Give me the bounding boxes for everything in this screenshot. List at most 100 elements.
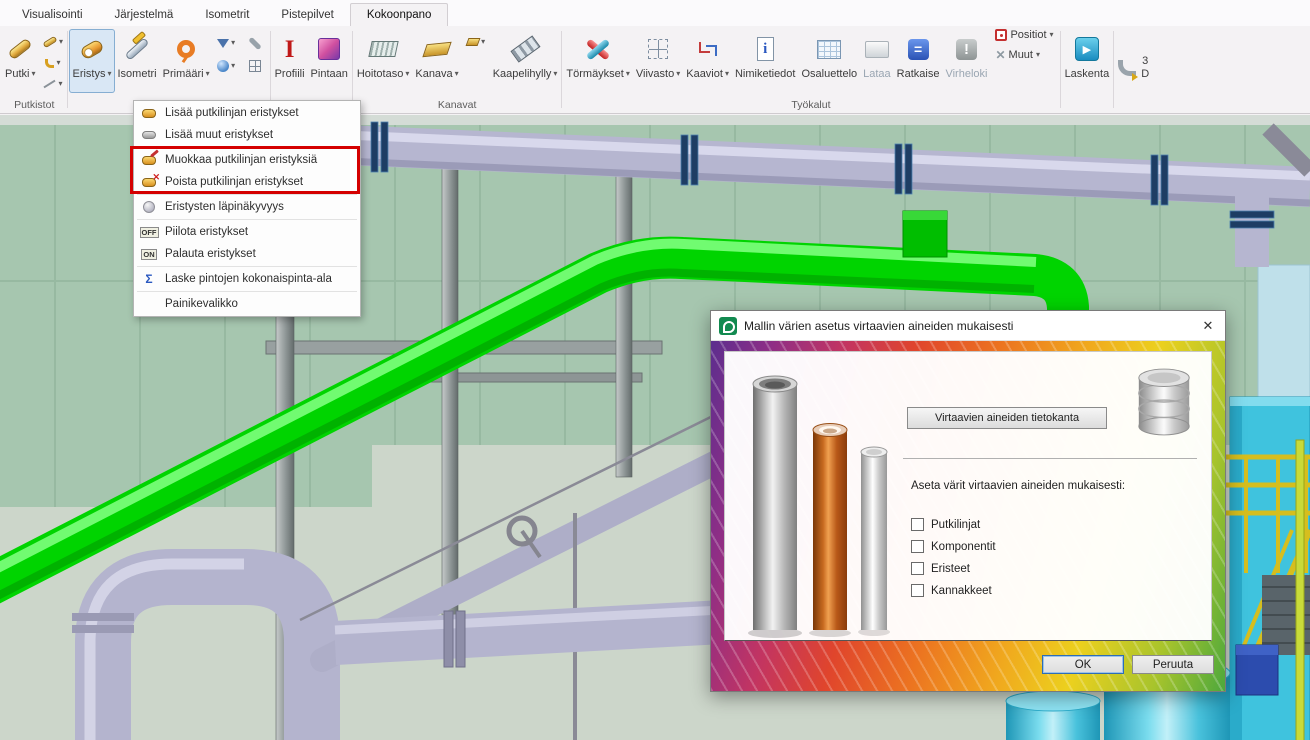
menu-item-piilota-eristykset[interactable]: OFF Piilota eristykset xyxy=(134,221,360,243)
ribbon-button-virheloki[interactable]: ! Virheloki xyxy=(942,29,990,93)
menu-item-eristysten-lapinakyvyys[interactable]: Eristysten läpinäkyvyys xyxy=(134,196,360,218)
calculate-area-icon: Σ xyxy=(140,271,158,287)
ribbon-button-tormaykset[interactable]: Törmäykset▾ xyxy=(563,29,632,93)
application-window: Visualisointi Järjestelmä Isometrit Pist… xyxy=(0,0,1310,740)
ribbon-button-kaaviot[interactable]: Kaaviot▾ xyxy=(683,29,732,93)
dialog-inner-panel: Virtaavien aineiden tietokanta Aseta vär… xyxy=(724,351,1212,641)
menu-item-palauta-eristykset[interactable]: ON Palauta eristykset xyxy=(134,243,360,265)
grid-button[interactable] xyxy=(242,57,269,75)
checkbox-label: Kannakkeet xyxy=(931,585,992,597)
cancel-button[interactable]: Peruuta xyxy=(1132,655,1214,674)
group-laskenta: ▶ Laskenta xyxy=(1062,26,1113,113)
ribbon-button-kanava[interactable]: Kanava▾ xyxy=(412,29,461,93)
pipe-small-button[interactable]: ▾ xyxy=(39,33,66,51)
ribbon-button-pintaan[interactable]: Pintaan xyxy=(308,29,351,93)
checkbox-eristeet[interactable]: Eristeet xyxy=(911,562,996,575)
ribbon-button-label: Virheloki xyxy=(945,68,987,80)
app-logo-icon xyxy=(719,317,737,335)
checkbox-komponentit[interactable]: Komponentit xyxy=(911,540,996,553)
pipes-illustration xyxy=(733,370,933,648)
line-small-button[interactable]: ▾ xyxy=(39,75,66,93)
solve-icon: = xyxy=(897,32,940,66)
tab-kokoonpano[interactable]: Kokoonpano xyxy=(350,3,449,26)
ribbon-button-3d[interactable]: 3 D xyxy=(1115,29,1152,93)
menu-item-poista-putkilinjan-eristykset[interactable]: ✕ Poista putkilinjan eristykset xyxy=(134,171,360,193)
ribbon-button-lataa[interactable]: Lataa xyxy=(860,29,894,93)
tab-isometrit[interactable]: Isometrit xyxy=(189,4,265,26)
checkbox-label: Putkilinjat xyxy=(931,519,980,531)
ribbon-button-positiot[interactable]: Positiot▾ xyxy=(995,29,1053,41)
menu-item-label: Poista putkilinjan eristykset xyxy=(165,176,303,188)
sphere-button[interactable]: ▾ xyxy=(213,57,240,75)
ribbon-button-kaapelihylly[interactable]: Kaapelihylly▾ xyxy=(490,29,561,93)
ribbon-button-hoitotaso[interactable]: Hoitotaso▾ xyxy=(354,29,413,93)
ribbon-button-osaluettelo[interactable]: Osaluettelo xyxy=(798,29,860,93)
ribbon-button-label: Törmäykset xyxy=(566,68,623,80)
wrench-icon xyxy=(248,36,261,49)
chevron-down-icon: ▾ xyxy=(481,38,485,46)
ribbon-button-label: Profiili xyxy=(275,68,305,80)
ribbon-button-muut[interactable]: ✕Muut▾ xyxy=(995,49,1053,61)
tab-pistepilvet[interactable]: Pistepilvet xyxy=(265,4,349,26)
ribbon-button-laskenta[interactable]: ▶ Laskenta xyxy=(1062,29,1113,93)
positiot-muut-stack: Positiot▾ ✕Muut▾ xyxy=(990,29,1058,61)
ribbon-button-label: Osaluettelo xyxy=(801,68,857,80)
ribbon-button-nimiketiedot[interactable]: i Nimiketiedot xyxy=(732,29,799,93)
menu-separator xyxy=(137,194,357,195)
eristys-dropdown-menu: Lisää putkilinjan eristykset Lisää muut … xyxy=(133,100,361,317)
tab-jarjestelma[interactable]: Järjestelmä xyxy=(99,4,190,26)
menu-separator xyxy=(137,291,357,292)
ribbon-button-label: Kaapelihylly xyxy=(493,68,552,80)
checkbox-label: Eristeet xyxy=(931,563,970,575)
ribbon-button-label: Isometri xyxy=(118,68,157,80)
hide-insulation-icon: OFF xyxy=(140,224,158,240)
chevron-down-icon: ▾ xyxy=(405,70,409,78)
pipe-mini-tools: ▾ ▾ ▾ xyxy=(39,33,66,93)
tab-visualisointi[interactable]: Visualisointi xyxy=(6,4,99,26)
dialog-title-bar[interactable]: Mallin värien asetus virtaavien aineiden… xyxy=(711,311,1225,341)
pipe-elbow-3d-icon xyxy=(1118,60,1136,76)
menu-item-lisaa-putkilinjan-eristykset[interactable]: Lisää putkilinjan eristykset xyxy=(134,102,360,124)
ribbon-button-viivasto[interactable]: Viivasto▾ xyxy=(633,29,683,93)
ribbon-button-eristys[interactable]: Eristys▾ xyxy=(69,29,114,93)
ribbon-button-putki[interactable]: Putki▾ xyxy=(2,29,38,93)
funnel-icon xyxy=(217,39,229,48)
menu-item-laske-pintojen-kokonaispinta-ala[interactable]: Σ Laske pintojen kokonaispinta-ala xyxy=(134,268,360,290)
checkbox-putkilinjat[interactable]: Putkilinjat xyxy=(911,518,996,531)
group-tyokalut: Törmäykset▾ Viivasto▾ Kaaviot▾ i Nimiket… xyxy=(563,26,1058,113)
menu-item-muokkaa-putkilinjan-eristyksia[interactable]: Muokkaa putkilinjan eristyksiä xyxy=(134,149,360,171)
menu-separator xyxy=(137,147,357,148)
duct-icon xyxy=(415,32,458,66)
menu-item-label: Painikevalikko xyxy=(165,298,238,310)
elbow-small-button[interactable]: ▾ xyxy=(39,54,66,72)
checkbox-list: Putkilinjat Komponentit Eristeet Kannakk… xyxy=(911,518,996,597)
delete-insulation-icon: ✕ xyxy=(140,174,158,190)
ribbon-button-profiili[interactable]: I Profiili xyxy=(272,29,308,93)
menu-item-lisaa-muut-eristykset[interactable]: Lisää muut eristykset xyxy=(134,124,360,146)
group-label-kanavat: Kanavat xyxy=(354,98,561,113)
chevron-down-icon: ▾ xyxy=(553,70,557,78)
group-putkistot: Putki▾ ▾ ▾ ▾ Putkistot xyxy=(2,26,66,113)
positions-icon xyxy=(995,29,1007,41)
ribbon-button-label: Kaaviot xyxy=(686,68,723,80)
group-label-empty xyxy=(1115,98,1152,113)
ribbon-button-primaari[interactable]: Primääri▾ xyxy=(160,29,213,93)
funnel-button[interactable]: ▾ xyxy=(213,34,240,52)
database-button[interactable]: Virtaavien aineiden tietokanta xyxy=(907,407,1107,429)
ribbon-button-label: Nimiketiedot xyxy=(735,68,796,80)
insulation-icon xyxy=(72,32,111,66)
dialog-divider xyxy=(903,458,1197,459)
close-icon[interactable]: ✕ xyxy=(1191,311,1225,340)
ok-button[interactable]: OK xyxy=(1042,655,1124,674)
ribbon-button-ratkaise[interactable]: = Ratkaise xyxy=(894,29,943,93)
group-separator xyxy=(270,31,271,108)
ribbon-button-isometri[interactable]: Isometri xyxy=(115,29,160,93)
duct-small-button[interactable]: ▾ xyxy=(463,33,490,51)
wrench-button[interactable] xyxy=(242,34,269,52)
checkbox-kannakkeet[interactable]: Kannakkeet xyxy=(911,584,996,597)
checkbox-box xyxy=(911,562,924,575)
line-small-icon xyxy=(44,80,56,89)
menu-item-label: Lisää putkilinjan eristykset xyxy=(165,107,299,119)
menu-item-painikevalikko[interactable]: Painikevalikko xyxy=(134,293,360,315)
chevron-down-icon: ▾ xyxy=(58,80,62,88)
